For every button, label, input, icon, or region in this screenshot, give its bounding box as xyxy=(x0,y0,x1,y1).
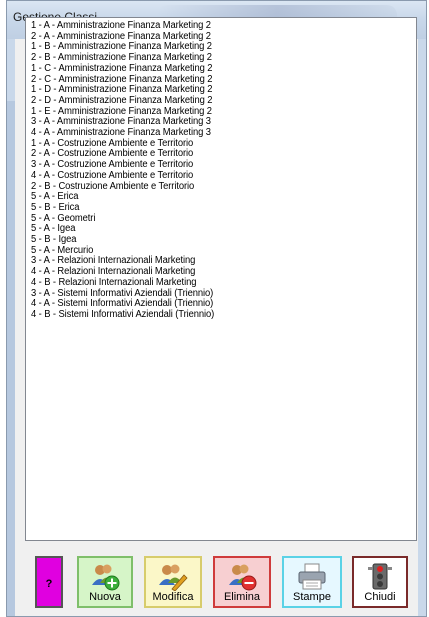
class-list-item[interactable]: 2 - B - Costruzione Ambiente e Territori… xyxy=(31,181,393,193)
classes-list: 1 - A - Amministrazione Finanza Marketin… xyxy=(26,18,416,321)
chiudi-button[interactable]: Chiudi xyxy=(352,556,408,608)
gestione-classi-window: Gestione Classi 1 - A - Amministrazione … xyxy=(6,0,427,617)
add-user-icon xyxy=(90,563,120,594)
printer-icon xyxy=(297,563,327,594)
window-frame-right xyxy=(418,39,426,616)
stampe-button[interactable]: Stampe xyxy=(282,556,342,608)
window-frame-left-shade xyxy=(7,101,15,616)
classes-listbox[interactable]: 1 - A - Amministrazione Finanza Marketin… xyxy=(25,17,417,541)
remove-user-icon xyxy=(227,563,257,594)
nuova-button[interactable]: Nuova xyxy=(77,556,133,608)
edit-user-icon xyxy=(158,563,188,594)
modifica-button[interactable]: Modifica xyxy=(144,556,202,608)
class-list-item[interactable]: 5 - A - Geometri xyxy=(31,213,393,225)
help-button[interactable]: ? xyxy=(35,556,63,608)
class-list-item[interactable]: 4 - B - Sistemi Informativi Aziendali (T… xyxy=(31,309,393,321)
help-button-label: ? xyxy=(45,578,53,590)
elimina-button[interactable]: Elimina xyxy=(213,556,271,608)
traffic-light-icon xyxy=(365,563,395,594)
class-list-item[interactable]: 5 - A - Erica xyxy=(31,192,393,203)
class-list-item[interactable]: 5 - A - Igea xyxy=(31,224,393,235)
